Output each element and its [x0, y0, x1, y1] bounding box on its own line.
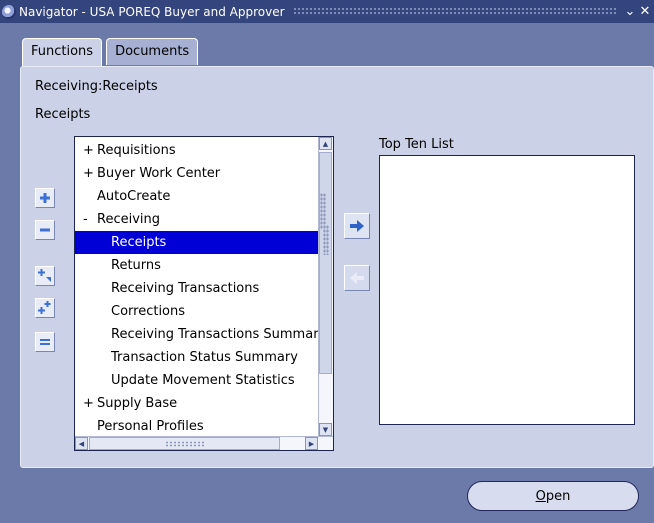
tree-node-toggle[interactable]: +: [83, 392, 97, 415]
tree-item[interactable]: + Requisitions: [75, 139, 319, 162]
open-button[interactable]: Open: [467, 481, 639, 511]
tree-node-toggle[interactable]: +: [83, 139, 97, 162]
tree-item-label: Transaction Status Summary: [111, 350, 298, 365]
tree-item[interactable]: AutoCreate: [75, 185, 319, 208]
tree-item[interactable]: Receiving Transactions: [75, 277, 319, 300]
tree-node-toggle[interactable]: +: [83, 162, 97, 185]
tree-item[interactable]: + Supply Base: [75, 392, 319, 415]
tree-item-label: Requisitions: [97, 143, 176, 158]
tree-vertical-scrollbar[interactable]: ▲ ▼: [318, 137, 333, 436]
app-icon: [2, 4, 16, 19]
scroll-up-icon[interactable]: ▲: [319, 137, 332, 150]
window-title: Navigator - USA POREQ Buyer and Approver: [19, 4, 285, 19]
expand-button[interactable]: [35, 188, 55, 208]
tree-item-label: Returns: [111, 258, 161, 273]
scroll-down-icon[interactable]: ▼: [319, 423, 332, 436]
expand-all-icon: [38, 301, 51, 314]
tree-item[interactable]: Returns: [75, 254, 319, 277]
collapse-all-button[interactable]: [35, 332, 55, 352]
remove-from-top-ten-button[interactable]: [344, 265, 370, 291]
collapse-button[interactable]: [35, 220, 55, 240]
breadcrumb: Receiving:Receipts: [35, 79, 158, 94]
tree-item[interactable]: Update Movement Statistics: [75, 369, 319, 392]
scroll-left-icon[interactable]: ◀: [75, 437, 88, 450]
minus-icon: [40, 228, 50, 232]
tree-item[interactable]: - Receiving: [75, 208, 319, 231]
add-to-top-ten-button[interactable]: [344, 213, 370, 239]
scroll-right-icon[interactable]: ▶: [305, 437, 318, 450]
arrow-left-icon: [350, 272, 364, 284]
tree-item[interactable]: Receiving Transactions Summary: [75, 323, 319, 346]
tree-item-label: Receiving Transactions Summary: [111, 327, 319, 342]
tree-vertical-scroll-thumb[interactable]: [319, 152, 332, 374]
tree-rows: + Requisitions + Buyer Work Center AutoCreat…: [75, 139, 319, 438]
title-bar: Navigator - USA POREQ Buyer and Approver…: [0, 0, 654, 23]
tree-item-label: Corrections: [111, 304, 186, 319]
tree-item-label: Receipts: [111, 235, 167, 250]
tree-item-label: Personal Profiles: [97, 419, 204, 434]
expand-branch-icon: [38, 269, 51, 282]
tree-horizontal-scroll-thumb[interactable]: [89, 437, 280, 450]
tree-item-label: Supply Base: [97, 396, 178, 411]
tree-item[interactable]: Personal Profiles: [75, 415, 319, 438]
expand-all-button[interactable]: [35, 298, 55, 318]
function-tree[interactable]: + Requisitions + Buyer Work Center AutoCreat…: [74, 136, 334, 451]
tree-item-label: Receiving Transactions: [111, 281, 260, 296]
functions-panel: Receiving:Receipts Receipts + Requisition…: [20, 66, 654, 468]
expand-branch-button[interactable]: [35, 266, 55, 286]
title-drag-area[interactable]: [292, 7, 616, 16]
minimize-icon[interactable]: ⌄: [624, 4, 636, 19]
tree-item-selected[interactable]: Receipts: [75, 231, 319, 254]
tree-node-toggle[interactable]: -: [83, 208, 97, 231]
tree-item[interactable]: Transaction Status Summary: [75, 346, 319, 369]
tree-item-label: Update Movement Statistics: [111, 373, 295, 388]
arrow-right-icon: [350, 220, 364, 232]
splitter-grip[interactable]: [320, 193, 326, 229]
tree-item[interactable]: Corrections: [75, 300, 319, 323]
tab-functions[interactable]: Functions: [22, 38, 103, 67]
tab-bar: Functions Documents: [22, 38, 202, 67]
open-button-label: pen: [545, 488, 571, 504]
tree-item-label: Receiving: [97, 212, 161, 227]
tree-item-label: AutoCreate: [97, 189, 171, 204]
tree-item-label: Buyer Work Center: [97, 166, 221, 181]
top-ten-list[interactable]: [379, 155, 635, 425]
close-icon[interactable]: ✕: [639, 4, 651, 19]
open-button-mnemonic: O: [535, 488, 546, 504]
tree-item[interactable]: + Buyer Work Center: [75, 162, 319, 185]
tree-horizontal-scrollbar[interactable]: ◀ ▶: [75, 436, 333, 450]
plus-icon: [40, 193, 50, 203]
collapse-all-icon: [40, 339, 50, 345]
top-ten-label: Top Ten List: [379, 137, 454, 152]
current-function-label: Receipts: [35, 107, 91, 122]
tab-documents[interactable]: Documents: [106, 38, 199, 65]
